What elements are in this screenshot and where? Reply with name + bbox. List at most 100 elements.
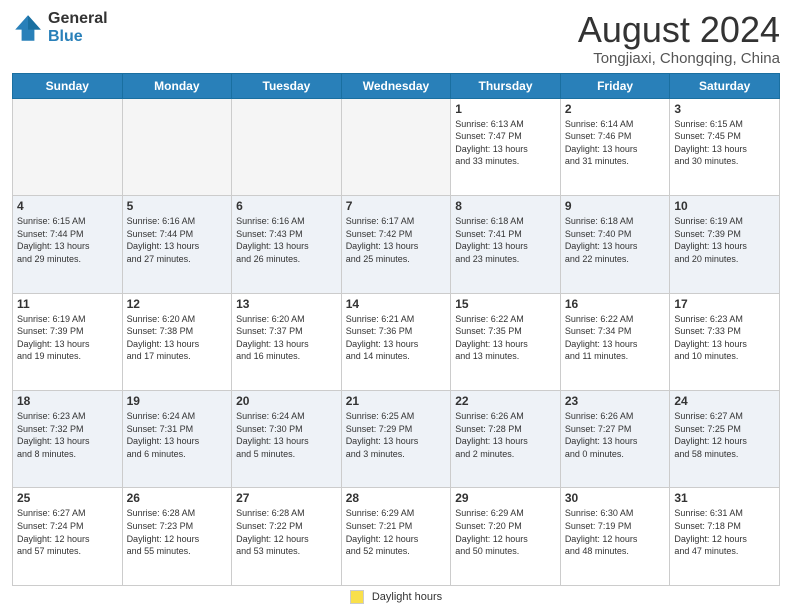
day-info: Sunrise: 6:28 AM Sunset: 7:23 PM Dayligh… (127, 507, 228, 557)
logo-blue-text: Blue (48, 28, 108, 46)
calendar-cell: 1Sunrise: 6:13 AM Sunset: 7:47 PM Daylig… (451, 98, 561, 195)
calendar-cell: 17 Sunrise: 6:23 AM Sunset: 7:33 PM Dayli… (670, 293, 780, 390)
day-number: 28 (346, 491, 447, 505)
week-row-4: 18 Sunrise: 6:23 AM Sunset: 7:32 PM Dayli… (13, 391, 780, 488)
calendar-cell: 27Sunrise: 6:28 AM Sunset: 7:22 PM Dayli… (232, 488, 342, 586)
day-number: 18 (17, 394, 118, 408)
day-number: 13 (236, 297, 337, 311)
location-subtitle: Tongjiaxi, Chongqing, China (578, 50, 780, 67)
calendar-cell: 15 Sunrise: 6:22 AM Sunset: 7:35 PM Dayli… (451, 293, 561, 390)
day-info: Sunrise: 6:19 AM Sunset: 7:39 PM Dayligh… (674, 215, 775, 265)
header: General Blue August 2024 Tongjiaxi, Chon… (12, 10, 780, 67)
day-info: Sunrise: 6:22 AM Sunset: 7:34 PM Dayligh… (565, 313, 666, 363)
calendar-cell: 2 Sunrise: 6:14 AM Sunset: 7:46 PM Daylig… (560, 98, 670, 195)
calendar-cell: 5 Sunrise: 6:16 AM Sunset: 7:44 PM Daylig… (122, 196, 232, 293)
logo-icon (12, 12, 44, 44)
day-number: 20 (236, 394, 337, 408)
day-info: Sunrise: 6:29 AM Sunset: 7:21 PM Dayligh… (346, 507, 447, 557)
calendar-cell: 8Sunrise: 6:18 AM Sunset: 7:41 PM Daylig… (451, 196, 561, 293)
calendar-cell (13, 98, 123, 195)
day-info: Sunrise: 6:27 AM Sunset: 7:24 PM Dayligh… (17, 507, 118, 557)
day-number: 19 (127, 394, 228, 408)
day-info: Sunrise: 6:27 AM Sunset: 7:25 PM Dayligh… (674, 410, 775, 460)
day-info: Sunrise: 6:18 AM Sunset: 7:40 PM Dayligh… (565, 215, 666, 265)
day-number: 29 (455, 491, 556, 505)
logo-text: General Blue (48, 10, 108, 45)
day-info: Sunrise: 6:23 AM Sunset: 7:33 PM Dayligh… (674, 313, 775, 363)
day-number: 12 (127, 297, 228, 311)
page: General Blue August 2024 Tongjiaxi, Chon… (0, 0, 792, 612)
day-number: 26 (127, 491, 228, 505)
day-number: 7 (346, 199, 447, 213)
day-info: Sunrise: 6:18 AM Sunset: 7:41 PM Dayligh… (455, 215, 556, 265)
day-number: 21 (346, 394, 447, 408)
day-info: Sunrise: 6:13 AM Sunset: 7:47 PM Dayligh… (455, 118, 556, 168)
day-info: Sunrise: 6:26 AM Sunset: 7:27 PM Dayligh… (565, 410, 666, 460)
col-header-tuesday: Tuesday (232, 73, 342, 98)
col-header-monday: Monday (122, 73, 232, 98)
logo: General Blue (12, 10, 108, 45)
day-info: Sunrise: 6:24 AM Sunset: 7:31 PM Dayligh… (127, 410, 228, 460)
day-info: Sunrise: 6:15 AM Sunset: 7:44 PM Dayligh… (17, 215, 118, 265)
col-header-saturday: Saturday (670, 73, 780, 98)
day-info: Sunrise: 6:31 AM Sunset: 7:18 PM Dayligh… (674, 507, 775, 557)
day-number: 17 (674, 297, 775, 311)
week-row-1: 1Sunrise: 6:13 AM Sunset: 7:47 PM Daylig… (13, 98, 780, 195)
calendar-cell: 25 Sunrise: 6:27 AM Sunset: 7:24 PM Dayli… (13, 488, 123, 586)
calendar-table: SundayMondayTuesdayWednesdayThursdayFrid… (12, 73, 780, 586)
calendar-cell: 28 Sunrise: 6:29 AM Sunset: 7:21 PM Dayli… (341, 488, 451, 586)
day-info: Sunrise: 6:20 AM Sunset: 7:38 PM Dayligh… (127, 313, 228, 363)
calendar-cell: 26 Sunrise: 6:28 AM Sunset: 7:23 PM Dayli… (122, 488, 232, 586)
day-info: Sunrise: 6:25 AM Sunset: 7:29 PM Dayligh… (346, 410, 447, 460)
calendar-cell: 14Sunrise: 6:21 AM Sunset: 7:36 PM Dayli… (341, 293, 451, 390)
col-header-wednesday: Wednesday (341, 73, 451, 98)
week-row-2: 4Sunrise: 6:15 AM Sunset: 7:44 PM Daylig… (13, 196, 780, 293)
day-number: 2 (565, 102, 666, 116)
day-info: Sunrise: 6:19 AM Sunset: 7:39 PM Dayligh… (17, 313, 118, 363)
calendar-cell: 10 Sunrise: 6:19 AM Sunset: 7:39 PM Dayli… (670, 196, 780, 293)
calendar-cell: 23Sunrise: 6:26 AM Sunset: 7:27 PM Dayli… (560, 391, 670, 488)
day-info: Sunrise: 6:30 AM Sunset: 7:19 PM Dayligh… (565, 507, 666, 557)
footer: Daylight hours (12, 590, 780, 604)
day-info: Sunrise: 6:23 AM Sunset: 7:32 PM Dayligh… (17, 410, 118, 460)
day-number: 11 (17, 297, 118, 311)
day-number: 6 (236, 199, 337, 213)
month-title: August 2024 (578, 10, 780, 50)
day-info: Sunrise: 6:26 AM Sunset: 7:28 PM Dayligh… (455, 410, 556, 460)
calendar-cell: 7Sunrise: 6:17 AM Sunset: 7:42 PM Daylig… (341, 196, 451, 293)
col-header-thursday: Thursday (451, 73, 561, 98)
calendar-cell: 12 Sunrise: 6:20 AM Sunset: 7:38 PM Dayli… (122, 293, 232, 390)
calendar-cell: 22Sunrise: 6:26 AM Sunset: 7:28 PM Dayli… (451, 391, 561, 488)
day-info: Sunrise: 6:20 AM Sunset: 7:37 PM Dayligh… (236, 313, 337, 363)
calendar-cell: 31 Sunrise: 6:31 AM Sunset: 7:18 PM Dayli… (670, 488, 780, 586)
calendar-cell: 6 Sunrise: 6:16 AM Sunset: 7:43 PM Daylig… (232, 196, 342, 293)
col-header-friday: Friday (560, 73, 670, 98)
title-block: August 2024 Tongjiaxi, Chongqing, China (578, 10, 780, 67)
day-info: Sunrise: 6:28 AM Sunset: 7:22 PM Dayligh… (236, 507, 337, 557)
day-number: 31 (674, 491, 775, 505)
calendar-cell: 30 Sunrise: 6:30 AM Sunset: 7:19 PM Dayli… (560, 488, 670, 586)
calendar-cell: 4Sunrise: 6:15 AM Sunset: 7:44 PM Daylig… (13, 196, 123, 293)
day-number: 25 (17, 491, 118, 505)
day-info: Sunrise: 6:14 AM Sunset: 7:46 PM Dayligh… (565, 118, 666, 168)
day-number: 24 (674, 394, 775, 408)
calendar-cell: 11 Sunrise: 6:19 AM Sunset: 7:39 PM Dayli… (13, 293, 123, 390)
calendar-cell: 9Sunrise: 6:18 AM Sunset: 7:40 PM Daylig… (560, 196, 670, 293)
day-info: Sunrise: 6:16 AM Sunset: 7:44 PM Dayligh… (127, 215, 228, 265)
calendar-cell: 3Sunrise: 6:15 AM Sunset: 7:45 PM Daylig… (670, 98, 780, 195)
day-number: 30 (565, 491, 666, 505)
day-info: Sunrise: 6:16 AM Sunset: 7:43 PM Dayligh… (236, 215, 337, 265)
calendar-cell: 29Sunrise: 6:29 AM Sunset: 7:20 PM Dayli… (451, 488, 561, 586)
day-number: 10 (674, 199, 775, 213)
calendar-cell: 21 Sunrise: 6:25 AM Sunset: 7:29 PM Dayli… (341, 391, 451, 488)
day-info: Sunrise: 6:24 AM Sunset: 7:30 PM Dayligh… (236, 410, 337, 460)
calendar-header-row: SundayMondayTuesdayWednesdayThursdayFrid… (13, 73, 780, 98)
day-info: Sunrise: 6:22 AM Sunset: 7:35 PM Dayligh… (455, 313, 556, 363)
day-number: 16 (565, 297, 666, 311)
calendar-cell: 13 Sunrise: 6:20 AM Sunset: 7:37 PM Dayli… (232, 293, 342, 390)
calendar-cell: 19 Sunrise: 6:24 AM Sunset: 7:31 PM Dayli… (122, 391, 232, 488)
day-number: 15 (455, 297, 556, 311)
day-number: 5 (127, 199, 228, 213)
logo-general-text: General (48, 10, 108, 28)
day-number: 3 (674, 102, 775, 116)
